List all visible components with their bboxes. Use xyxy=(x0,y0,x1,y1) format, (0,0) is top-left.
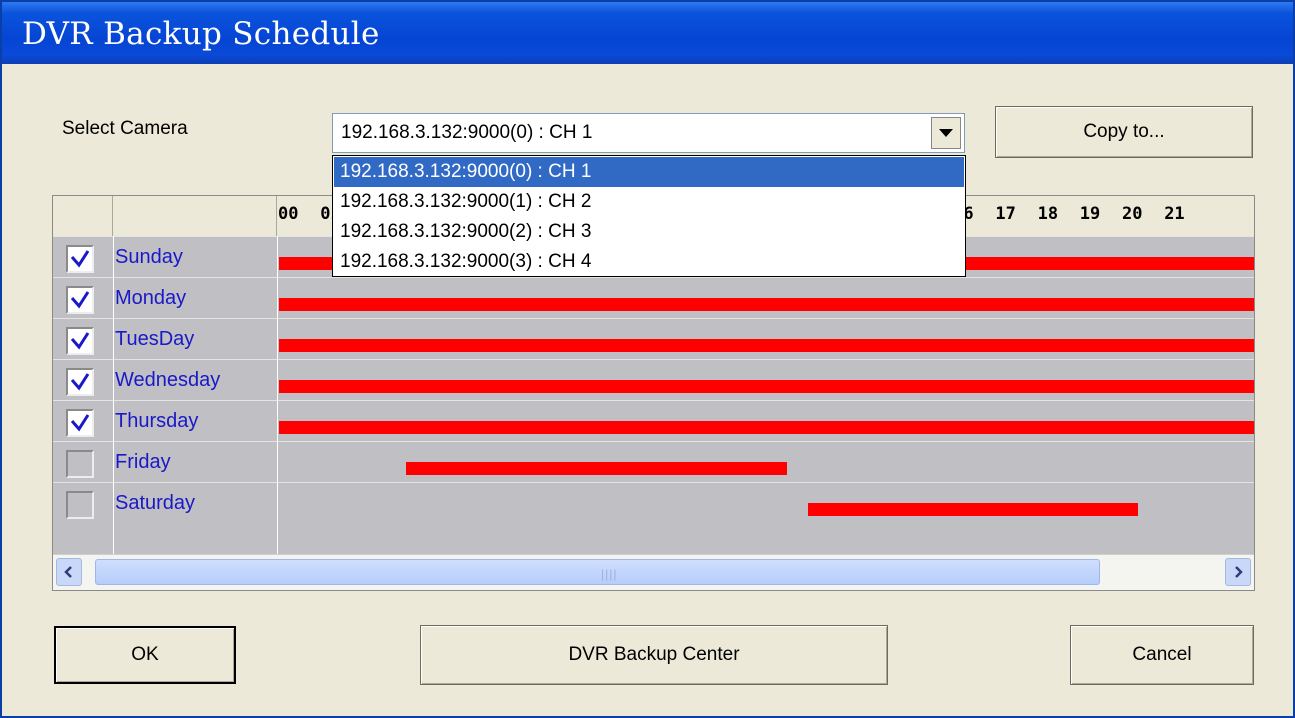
column-divider xyxy=(277,236,278,590)
day-label: Monday xyxy=(115,287,187,309)
checkmark-icon xyxy=(70,291,90,309)
schedule-bar[interactable] xyxy=(279,298,1254,311)
hour-label: 20 xyxy=(1122,204,1143,224)
hour-label: 21 xyxy=(1164,204,1185,224)
day-checkbox[interactable] xyxy=(66,450,94,478)
schedule-row-monday[interactable]: Monday xyxy=(53,277,1254,318)
schedule-row-wednesday[interactable]: Wednesday xyxy=(53,359,1254,400)
schedule-bar[interactable] xyxy=(279,339,1254,352)
schedule-row-tuesday[interactable]: TuesDay xyxy=(53,318,1254,359)
scrollbar-thumb[interactable]: |||| xyxy=(95,559,1100,585)
schedule-bar[interactable] xyxy=(405,462,787,475)
hour-label: 00 xyxy=(278,204,299,224)
camera-select[interactable]: 192.168.3.132:9000(0) : CH 1 xyxy=(332,113,965,153)
hour-label: 18 xyxy=(1037,204,1059,224)
camera-option[interactable]: 192.168.3.132:9000(1) : CH 2 xyxy=(334,187,964,217)
dialog-window: DVR Backup Schedule Select Camera 192.16… xyxy=(0,0,1295,718)
schedule-bar[interactable] xyxy=(279,421,1254,434)
dvr-backup-center-button[interactable]: DVR Backup Center xyxy=(420,625,888,685)
camera-option[interactable]: 192.168.3.132:9000(0) : CH 1 xyxy=(334,157,964,187)
day-checkbox[interactable] xyxy=(66,286,94,314)
day-label: Saturday xyxy=(115,492,196,514)
camera-dropdown-list: 192.168.3.132:9000(0) : CH 1 192.168.3.13… xyxy=(332,155,966,277)
day-checkbox[interactable] xyxy=(66,368,94,396)
camera-option[interactable]: 192.168.3.132:9000(3) : CH 4 xyxy=(334,247,964,277)
window-title: DVR Backup Schedule xyxy=(22,16,380,52)
camera-select-value: 192.168.3.132:9000(0) : CH 1 xyxy=(341,122,593,143)
dropdown-arrow-icon[interactable] xyxy=(931,117,961,149)
chevron-right-icon[interactable] xyxy=(1225,558,1251,586)
header-check-cell xyxy=(53,196,113,236)
chevron-left-icon[interactable] xyxy=(56,558,82,586)
camera-option[interactable]: 192.168.3.132:9000(2) : CH 3 xyxy=(334,217,964,247)
schedule-row-saturday[interactable]: Saturday xyxy=(53,482,1254,523)
day-label: Thursday xyxy=(115,410,199,432)
hour-label: 19 xyxy=(1079,204,1101,224)
schedule-bar[interactable] xyxy=(807,503,1138,516)
header-day-cell xyxy=(113,196,277,236)
title-bar[interactable]: DVR Backup Schedule xyxy=(2,2,1293,64)
checkmark-icon xyxy=(70,332,90,350)
cancel-button[interactable]: Cancel xyxy=(1070,625,1254,685)
day-checkbox[interactable] xyxy=(66,409,94,437)
ok-button[interactable]: OK xyxy=(54,626,236,684)
hour-label: 17 xyxy=(995,204,1016,224)
copy-to-button[interactable]: Copy to... xyxy=(995,106,1253,158)
checkmark-icon xyxy=(70,414,90,432)
schedule-row-thursday[interactable]: Thursday xyxy=(53,400,1254,441)
day-label: Sunday xyxy=(115,246,183,268)
checkmark-icon xyxy=(70,373,90,391)
select-camera-label: Select Camera xyxy=(62,118,188,139)
schedule-bar[interactable] xyxy=(279,380,1254,393)
column-divider xyxy=(113,236,114,590)
horizontal-scrollbar[interactable]: |||| xyxy=(53,554,1254,590)
schedule-row-friday[interactable]: Friday xyxy=(53,441,1254,482)
checkmark-icon xyxy=(70,250,90,268)
day-label: TuesDay xyxy=(115,328,195,350)
day-checkbox[interactable] xyxy=(66,491,94,519)
day-label: Wednesday xyxy=(115,369,221,391)
day-label: Friday xyxy=(115,451,171,473)
day-checkbox[interactable] xyxy=(66,327,94,355)
day-checkbox[interactable] xyxy=(66,245,94,273)
